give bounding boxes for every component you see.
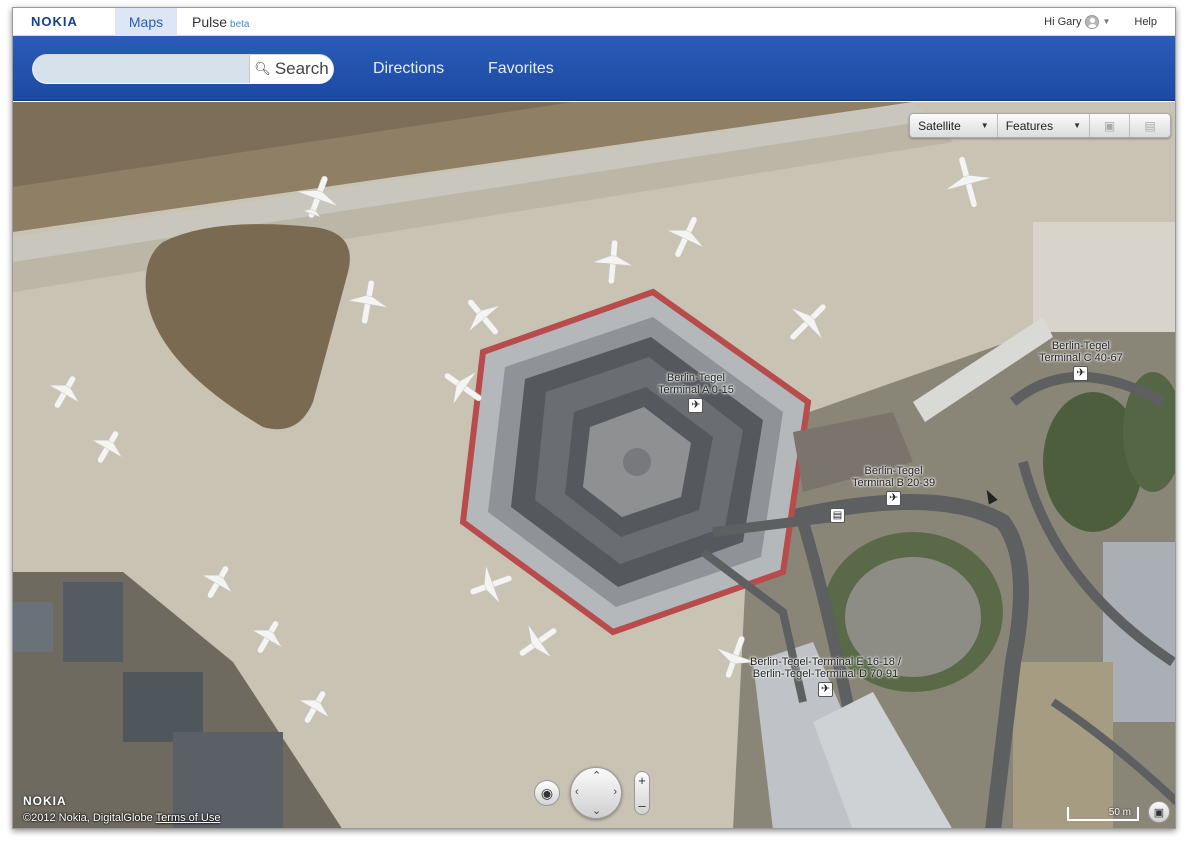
chevron-down-icon: ▼ bbox=[980, 121, 989, 130]
satellite-dropdown[interactable]: Satellite ▼ bbox=[910, 114, 998, 137]
bus-icon[interactable]: ▤ bbox=[1130, 114, 1170, 137]
poi-label-line: Berlin-Tegel-Terminal E 16-18 / bbox=[750, 656, 902, 668]
terms-of-use-link[interactable]: Terms of Use bbox=[156, 812, 221, 824]
user-greeting[interactable]: Hi Gary bbox=[1044, 16, 1081, 28]
features-dropdown[interactable]: Features ▼ bbox=[998, 114, 1090, 137]
search-button-label: Search bbox=[274, 59, 329, 78]
tab-pulse[interactable]: Pulse beta bbox=[192, 14, 250, 30]
poi-label-line: Terminal B 20-39 bbox=[852, 477, 936, 489]
zoom-in-button[interactable]: + bbox=[638, 773, 646, 788]
poi-label-line: Terminal C 40-67 bbox=[1039, 352, 1123, 364]
airplane-icon: ✈ bbox=[886, 491, 902, 506]
pan-control[interactable]: ⌃ ⌄ ‹ › bbox=[570, 767, 622, 819]
minimap-toggle-icon[interactable]: ▣ bbox=[1148, 801, 1170, 823]
chevron-down-icon[interactable]: ⌄ bbox=[592, 804, 601, 817]
poi-terminal-e-d[interactable]: Berlin-Tegel-Terminal E 16-18 / Berlin-T… bbox=[750, 656, 901, 697]
tab-maps[interactable]: Maps bbox=[115, 8, 177, 36]
map-view[interactable]: Satellite ▼ Features ▼ ▣ ▤ Berlin-Tegel Te… bbox=[13, 102, 1176, 829]
chevron-left-icon[interactable]: ‹ bbox=[575, 786, 579, 798]
chevron-right-icon[interactable]: › bbox=[613, 786, 617, 798]
help-link[interactable]: Help bbox=[1134, 16, 1157, 28]
nokia-logo[interactable]: NOKIA bbox=[13, 14, 115, 29]
poi-label-line: Berlin-Tegel bbox=[864, 465, 923, 477]
search-box: 🔍︎ Search bbox=[32, 54, 334, 84]
search-header: 🔍︎ Search Directions Favorites bbox=[13, 36, 1175, 101]
chevron-down-icon[interactable]: ▼ bbox=[1102, 17, 1110, 26]
chevron-down-icon: ▼ bbox=[1073, 121, 1081, 130]
car-icon[interactable]: ▣ bbox=[1090, 114, 1130, 137]
poi-terminal-b[interactable]: Berlin-Tegel Terminal B 20-39 ✈ bbox=[852, 465, 935, 506]
search-icon: 🔍︎ bbox=[254, 61, 271, 76]
map-controls: Satellite ▼ Features ▼ ▣ ▤ bbox=[909, 113, 1171, 138]
bus-stop-icon[interactable]: ▤ bbox=[830, 508, 845, 523]
tab-pulse-label: Pulse bbox=[192, 13, 228, 30]
search-input[interactable] bbox=[33, 55, 249, 83]
airplane-icon: ✈ bbox=[1073, 366, 1089, 381]
copyright-text: ©2012 Nokia, DigitalGlobe Terms of Use bbox=[23, 812, 220, 824]
copyright-label: ©2012 Nokia, DigitalGlobe bbox=[23, 812, 153, 824]
features-label: Features bbox=[1005, 118, 1054, 133]
poi-label-line: Berlin-Tegel bbox=[666, 372, 725, 384]
directions-link[interactable]: Directions bbox=[373, 60, 444, 78]
beta-badge: beta bbox=[230, 18, 250, 30]
nokia-map-logo: NOKIA bbox=[23, 794, 67, 808]
poi-label-line: Berlin-Tegel-Terminal D 70-91 bbox=[752, 668, 899, 680]
chevron-up-icon[interactable]: ⌃ bbox=[592, 769, 601, 782]
favorites-link[interactable]: Favorites bbox=[488, 60, 554, 78]
poi-terminal-c[interactable]: Berlin-Tegel Terminal C 40-67 ✈ bbox=[1039, 340, 1123, 381]
poi-label-line: Terminal A 0-15 bbox=[658, 384, 734, 396]
top-bar: NOKIA Maps Pulse beta Hi Gary ▼ Help bbox=[13, 8, 1175, 36]
zoom-control: + – bbox=[634, 771, 650, 815]
airplane-icon: ✈ bbox=[818, 682, 833, 697]
zoom-out-button[interactable]: – bbox=[638, 798, 645, 813]
airplane-icon: ✈ bbox=[688, 398, 704, 413]
app-window: NOKIA Maps Pulse beta Hi Gary ▼ Help 🔍︎ S… bbox=[12, 7, 1176, 829]
navigation-controls: ◉ ⌃ ⌄ ‹ › + – bbox=[534, 767, 650, 819]
satellite-imagery[interactable] bbox=[13, 102, 1176, 829]
user-menu: Hi Gary ▼ Help bbox=[1044, 14, 1175, 29]
locate-me-icon[interactable]: ◉ bbox=[534, 780, 560, 806]
avatar[interactable] bbox=[1085, 14, 1100, 29]
satellite-label: Satellite bbox=[918, 118, 961, 133]
search-button[interactable]: 🔍︎ Search bbox=[249, 55, 333, 83]
poi-label-line: Berlin-Tegel bbox=[1051, 340, 1110, 352]
poi-terminal-a[interactable]: Berlin-Tegel Terminal A 0-15 ✈ bbox=[658, 372, 734, 413]
scale-bar: 50 m bbox=[1067, 807, 1139, 821]
